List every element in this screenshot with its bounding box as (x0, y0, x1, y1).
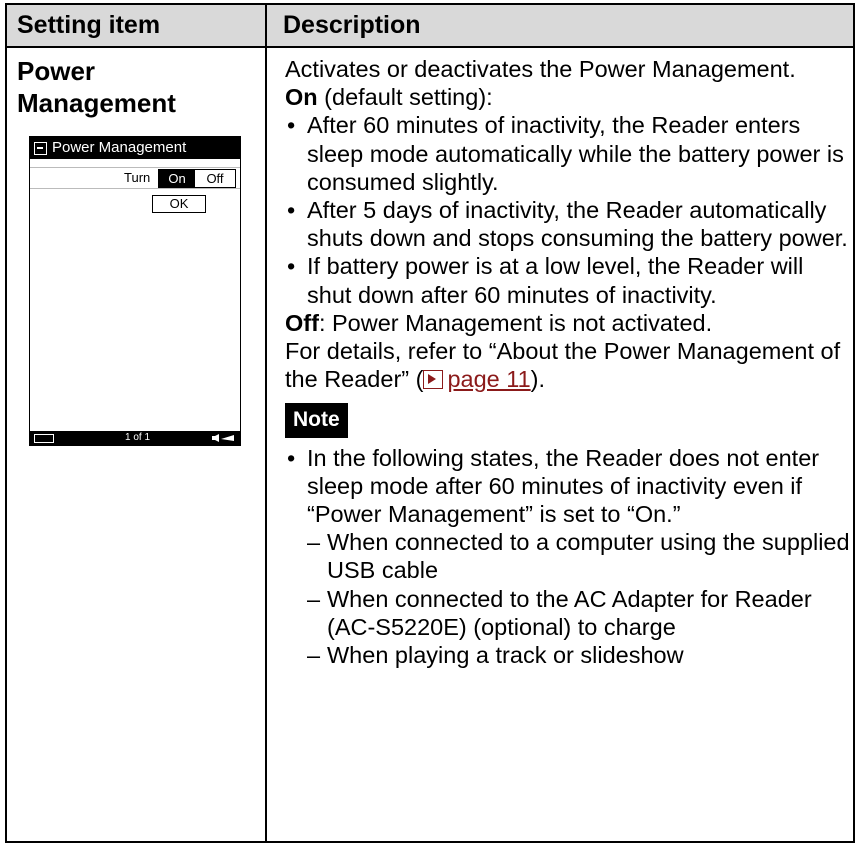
on-bullet-list: After 60 minutes of inactivity, the Read… (285, 111, 851, 308)
list-item: After 60 minutes of inactivity, the Read… (285, 111, 851, 196)
off-setting-line: Off: Power Management is not activated. (285, 309, 851, 337)
device-status-bar: 1 of 1 (30, 431, 240, 445)
on-off-toggle[interactable]: On Off (158, 169, 236, 188)
ok-button[interactable]: OK (152, 195, 206, 213)
off-rest: : Power Management is not activated. (318, 309, 713, 336)
table-header: Setting item Description (7, 5, 853, 48)
back-icon (34, 141, 47, 155)
battery-icon (34, 434, 54, 443)
page-reference-icon (423, 370, 444, 390)
turn-label: Turn (124, 170, 151, 185)
note-bullet-list: In the following states, the Reader does… (285, 444, 851, 670)
setting-item-line2: Management (17, 88, 176, 118)
on-setting-line: On (default setting): (285, 83, 851, 111)
on-option[interactable]: On (159, 170, 195, 187)
off-option[interactable]: Off (195, 170, 235, 187)
description-intro: Activates or deactivates the Power Manag… (285, 56, 796, 82)
list-item: After 5 days of inactivity, the Reader a… (285, 196, 851, 252)
note-label: Note (285, 403, 348, 438)
header-description: Description (283, 11, 421, 39)
note-text: In the following states, the Reader does… (307, 444, 820, 528)
note-sub-list: When connected to a computer using the s… (285, 528, 851, 669)
details-line: For details, refer to “About the Power M… (285, 337, 851, 393)
header-setting-item: Setting item (17, 11, 161, 39)
turn-row: Turn On Off (30, 167, 240, 189)
on-rest: (default setting): (317, 84, 493, 111)
list-item: When playing a track or slideshow (285, 641, 851, 669)
note-item: In the following states, the Reader does… (285, 444, 851, 670)
details-post: ). (530, 366, 546, 393)
device-title: Power Management (52, 139, 187, 156)
description-cell: Activates or deactivates the Power Manag… (285, 55, 851, 669)
setting-item-name: Power Management (17, 55, 176, 119)
off-bold-label: Off (285, 309, 319, 336)
speaker-icon (212, 434, 234, 442)
list-item: When connected to a computer using the s… (285, 528, 851, 584)
list-item: If battery power is at a low level, the … (285, 252, 851, 308)
list-item: When connected to the AC Adapter for Rea… (285, 585, 851, 641)
page-link[interactable]: page 11 (447, 366, 530, 392)
page-indicator: 1 of 1 (125, 432, 151, 443)
settings-table: Setting item Description Power Managemen… (5, 3, 855, 843)
details-pre: For details, refer to “About the Power M… (285, 338, 841, 393)
setting-item-line1: Power (17, 56, 96, 86)
on-bold-label: On (285, 84, 318, 111)
column-divider (265, 5, 267, 841)
device-title-bar: Power Management (30, 137, 240, 159)
device-screen-preview: Power Management Turn On Off OK 1 of 1 (29, 136, 241, 446)
